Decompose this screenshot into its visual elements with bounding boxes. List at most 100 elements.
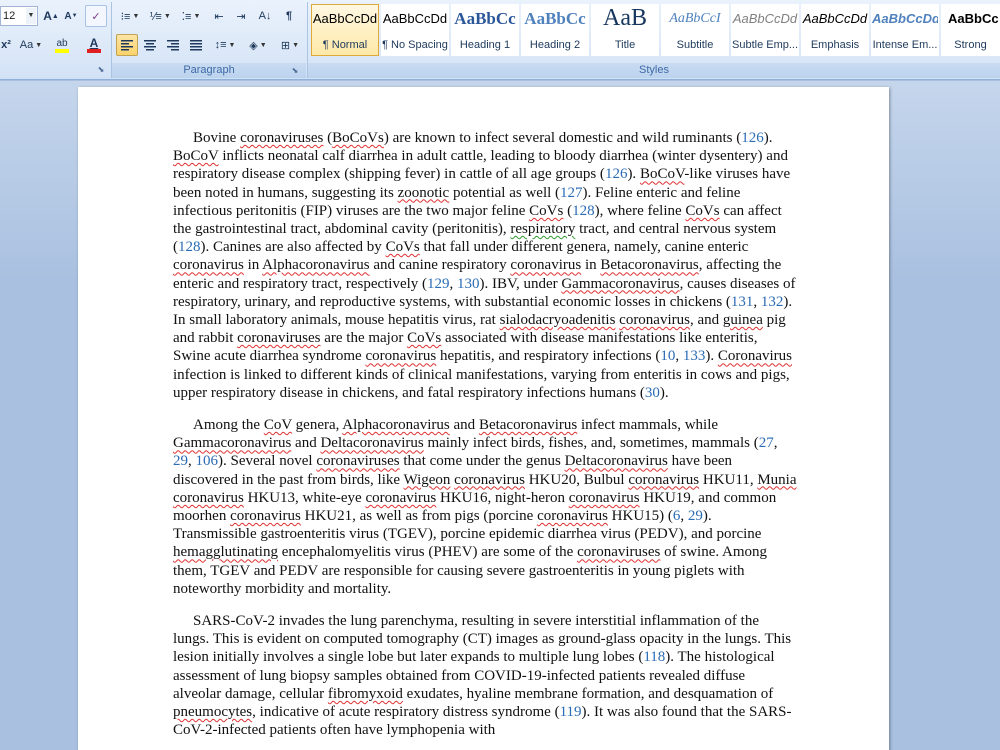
spelling-flagged-word[interactable]: BoCoV (640, 166, 684, 182)
spelling-flagged-word[interactable]: Wigeon (404, 472, 451, 488)
spelling-flagged-word[interactable]: Betacoronavirus (600, 257, 698, 273)
reference-link[interactable]: 29 (688, 508, 703, 524)
align-center-button[interactable] (139, 34, 161, 56)
paragraph-bovine[interactable]: Bovine coronaviruses (BoCoVs) are known … (173, 129, 797, 402)
reference-link[interactable]: 27 (759, 435, 774, 451)
grammar-flagged-text[interactable]: respiratory (510, 221, 575, 237)
increase-indent-button[interactable]: ⇥ (230, 5, 252, 27)
spelling-flagged-word[interactable]: coronavirus (365, 490, 436, 506)
reference-link[interactable]: 29 (173, 453, 188, 469)
spelling-flagged-word[interactable]: hemagglutinating (173, 544, 278, 560)
spelling-flagged-word[interactable]: fibromyxoid (328, 686, 403, 702)
style-title[interactable]: AaB Title (591, 4, 659, 56)
dialog-launcher-icon[interactable]: ⬊ (290, 66, 300, 76)
document-body[interactable]: Bovine coronaviruses (BoCoVs) are known … (173, 129, 797, 750)
spelling-flagged-word[interactable]: coronavirus (365, 348, 436, 364)
spelling-flagged-word[interactable]: CoV (264, 417, 292, 433)
reference-link[interactable]: 118 (643, 649, 665, 665)
change-case-button[interactable]: Aa ▼ (18, 34, 44, 56)
shrink-font-button[interactable]: A ▼ (62, 5, 80, 27)
spelling-flagged-word[interactable]: sialodacryoadenitis (500, 312, 616, 328)
line-spacing-button[interactable]: ↕≡ ▼ (210, 34, 240, 56)
clear-formatting-button[interactable]: ✓ (85, 5, 107, 27)
dialog-launcher-icon[interactable]: ⬊ (96, 65, 106, 75)
shading-button[interactable]: ◈ ▼ (243, 34, 273, 56)
spelling-flagged-word[interactable]: coronavirus (537, 508, 608, 524)
align-left-button[interactable] (116, 34, 138, 56)
reference-link[interactable]: 132 (761, 294, 784, 310)
reference-link[interactable]: 127 (560, 185, 583, 201)
spelling-flagged-word[interactable]: CoVs (407, 330, 441, 346)
reference-link[interactable]: 129 (427, 276, 450, 292)
reference-link[interactable]: 10 (660, 348, 675, 364)
spelling-flagged-word[interactable]: pneumocytes (173, 704, 252, 720)
reference-link[interactable]: 106 (196, 453, 219, 469)
style-subtitle[interactable]: AaBbCcI Subtitle (661, 4, 729, 56)
spelling-flagged-word[interactable]: CoVs (529, 203, 563, 219)
borders-button[interactable]: ⊞ ▼ (275, 34, 305, 56)
reference-link[interactable]: 126 (741, 130, 764, 146)
font-size-combo[interactable]: 12 ▼ (0, 6, 38, 26)
reference-link[interactable]: 131 (731, 294, 754, 310)
spelling-flagged-word[interactable]: coronavirus (454, 472, 525, 488)
reference-link[interactable]: 128 (178, 239, 201, 255)
spelling-flagged-word[interactable]: Deltacoronavirus (320, 435, 423, 451)
paragraph-cov-genera[interactable]: Among the CoV genera, Alphacoronavirus a… (173, 416, 797, 598)
bullets-button[interactable]: ⁝≡ ▼ (116, 5, 144, 27)
font-color-button[interactable]: A (80, 34, 108, 56)
reference-link[interactable]: 126 (605, 166, 628, 182)
spelling-flagged-word[interactable]: Deltacoronavirus (565, 453, 668, 469)
style-subtle-emphasis[interactable]: AaBbCcDd Subtle Emp... (731, 4, 799, 56)
grow-font-button[interactable]: A ▲ (42, 5, 60, 27)
style-intense-emphasis[interactable]: AaBbCcDd Intense Em... (871, 4, 939, 56)
spelling-flagged-word[interactable]: coronaviruses (237, 330, 320, 346)
reference-link[interactable]: 133 (683, 348, 706, 364)
reference-link[interactable]: 30 (645, 385, 660, 401)
style-no-spacing[interactable]: AaBbCcDd ¶ No Spacing (381, 4, 449, 56)
spelling-flagged-word[interactable]: Munia (757, 472, 796, 488)
reference-link[interactable]: 119 (560, 704, 582, 720)
spelling-flagged-word[interactable]: coronaviruses (316, 453, 399, 469)
reference-link[interactable]: 128 (572, 203, 595, 219)
style-heading-2[interactable]: AaBbCc Heading 2 (521, 4, 589, 56)
spelling-flagged-word[interactable]: zoonotic (398, 185, 450, 201)
spelling-flagged-word[interactable]: BoCoV (173, 148, 219, 164)
spelling-flagged-word[interactable]: guinea (723, 312, 763, 328)
chevron-down-icon[interactable]: ▼ (26, 8, 36, 24)
spelling-flagged-word[interactable]: Gammacoronavirus (561, 276, 679, 292)
sort-button[interactable]: A↓ (254, 5, 276, 27)
style-emphasis[interactable]: AaBbCcDd Emphasis (801, 4, 869, 56)
paragraph-sars-cov-2[interactable]: SARS-CoV-2 invades the lung parenchyma, … (173, 612, 797, 739)
style-heading-1[interactable]: AaBbCc Heading 1 (451, 4, 519, 56)
spelling-flagged-word[interactable]: coronaviruses (577, 544, 660, 560)
spelling-flagged-word[interactable]: coronavirus (510, 257, 581, 273)
style-strong[interactable]: AaBbCcDd Strong (941, 4, 1000, 56)
spelling-flagged-word[interactable]: Alphacoronavirus (342, 417, 449, 433)
spelling-flagged-word[interactable]: CoVs (386, 239, 420, 255)
reference-link[interactable]: 6 (673, 508, 681, 524)
spelling-flagged-word[interactable]: coronavirus (173, 490, 244, 506)
justify-button[interactable] (185, 34, 207, 56)
spelling-flagged-word[interactable]: coronavirus (173, 257, 244, 273)
spelling-flagged-word[interactable]: coronavirus (628, 472, 699, 488)
highlight-button[interactable]: ab (48, 34, 76, 56)
spelling-flagged-word[interactable]: Gammacoronavirus (173, 435, 291, 451)
superscript-button[interactable]: x² (0, 34, 16, 56)
numbering-button[interactable]: ⅟≡ ▼ (146, 5, 174, 27)
document-page[interactable]: Bovine coronaviruses (BoCoVs) are known … (78, 87, 889, 750)
spelling-flagged-word[interactable]: Alphacoronavirus (262, 257, 369, 273)
show-marks-button[interactable]: ¶ (278, 5, 300, 27)
reference-link[interactable]: 130 (457, 276, 480, 292)
spelling-flagged-word[interactable]: coronaviruses (240, 130, 323, 146)
multilevel-list-button[interactable]: ⁚≡ ▼ (176, 5, 206, 27)
spelling-flagged-word[interactable]: CoVs (685, 203, 719, 219)
spelling-flagged-word[interactable]: BoCoVs (332, 130, 384, 146)
spelling-flagged-word[interactable]: coronavirus (619, 312, 690, 328)
spelling-flagged-word[interactable]: Coronavirus (718, 348, 792, 364)
spelling-flagged-word[interactable]: coronavirus (569, 490, 640, 506)
align-right-button[interactable] (162, 34, 184, 56)
spelling-flagged-word[interactable]: coronavirus (230, 508, 301, 524)
spelling-flagged-word[interactable]: Betacoronavirus (479, 417, 577, 433)
decrease-indent-button[interactable]: ⇤ (208, 5, 230, 27)
style-normal[interactable]: AaBbCcDd ¶ Normal (311, 4, 379, 56)
